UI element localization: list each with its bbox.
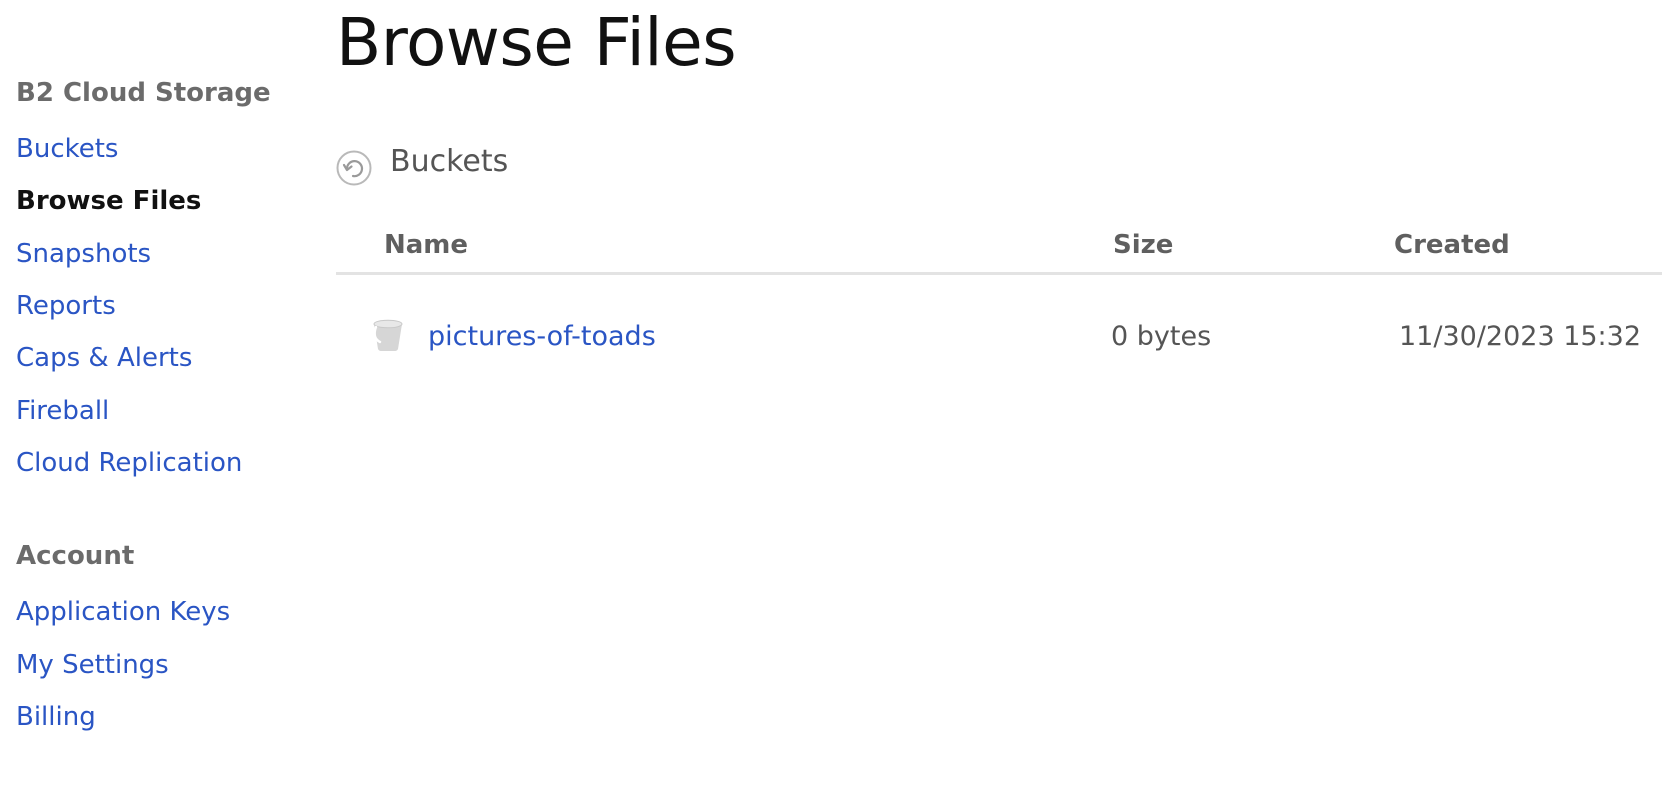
sidebar-item-snapshots[interactable]: Snapshots <box>16 239 151 269</box>
sidebar-item-browse-files[interactable]: Browse Files <box>16 186 201 216</box>
sidebar-item-my-settings[interactable]: My Settings <box>16 650 169 680</box>
sidebar-item-caps-alerts[interactable]: Caps & Alerts <box>16 343 192 373</box>
bucket-created: 11/30/2023 15:32 <box>1399 321 1642 352</box>
sidebar-item-fireball[interactable]: Fireball <box>16 396 109 426</box>
sidebar-item-cloud-replication[interactable]: Cloud Replication <box>16 448 242 478</box>
column-header-size[interactable]: Size <box>1113 230 1173 260</box>
sidebar-heading-account: Account <box>16 541 135 571</box>
table-row[interactable]: pictures-of-toads 0 bytes 11/30/2023 15:… <box>336 275 1662 365</box>
column-header-name[interactable]: Name <box>384 230 468 260</box>
table-header: Name Size Created <box>336 226 1662 275</box>
sidebar-item-buckets[interactable]: Buckets <box>16 134 118 164</box>
page-title: Browse Files <box>336 4 737 81</box>
buckets-table: Name Size Created pictures-of-toads 0 by… <box>336 226 1662 365</box>
page: B2 Cloud Storage Buckets Browse Files Sn… <box>0 0 1678 792</box>
bucket-size: 0 bytes <box>1111 321 1212 352</box>
bucket-name-link[interactable]: pictures-of-toads <box>428 321 656 352</box>
breadcrumb: Buckets <box>336 136 508 186</box>
breadcrumb-buckets-link[interactable]: Buckets <box>390 144 508 179</box>
sidebar-item-reports[interactable]: Reports <box>16 291 116 321</box>
sidebar-heading-b2-cloud-storage: B2 Cloud Storage <box>16 78 271 108</box>
bucket-icon <box>370 318 406 352</box>
column-header-created[interactable]: Created <box>1394 230 1510 260</box>
back-circle-arrow-icon[interactable] <box>336 150 372 186</box>
sidebar-item-billing[interactable]: Billing <box>16 702 96 732</box>
sidebar-item-application-keys[interactable]: Application Keys <box>16 597 230 627</box>
